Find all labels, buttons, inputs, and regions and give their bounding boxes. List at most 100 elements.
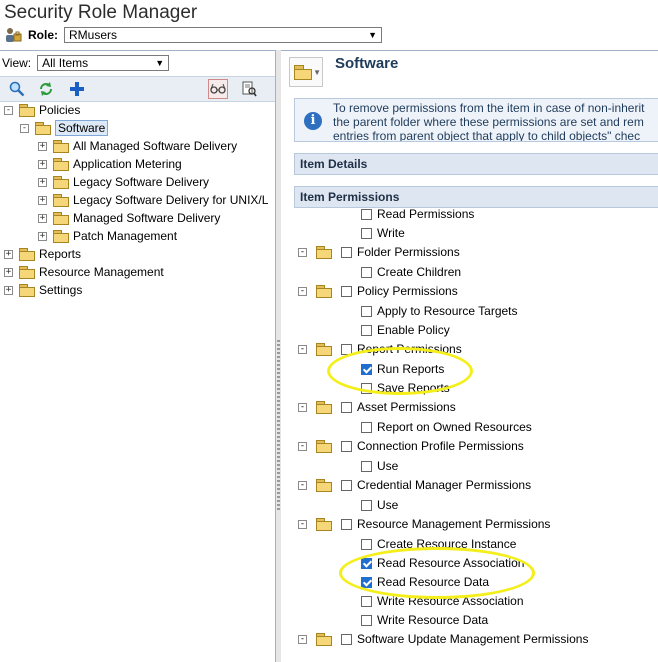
expand-icon[interactable]: + (4, 249, 13, 259)
chevron-down-icon: ▼ (368, 30, 377, 40)
perm-enable-policy[interactable]: Enable Policy (361, 321, 450, 339)
perm-label: Write Resource Data (377, 613, 489, 627)
perm-create-resource-instance[interactable]: Create Resource Instance (361, 535, 516, 553)
checkbox-checked[interactable] (361, 363, 372, 375)
perm-use-credential[interactable]: Use (361, 496, 398, 514)
tree-toolbar (0, 76, 275, 102)
perm-read-resource-data[interactable]: Read Resource Data (361, 573, 489, 591)
perm-write-resource-association[interactable]: Write Resource Association (361, 592, 524, 610)
role-dropdown[interactable]: RMusers ▼ (64, 27, 382, 43)
checkbox-checked[interactable] (361, 557, 372, 569)
right-panel: ▼ Software i To remove permissions from … (281, 50, 658, 662)
tree-item-legacy-software-delivery-unix[interactable]: + Legacy Software Delivery for UNIX/L (38, 191, 275, 209)
perm-write[interactable]: Write (361, 224, 405, 242)
expand-icon[interactable]: + (4, 267, 13, 277)
checkbox[interactable] (361, 227, 372, 239)
checkbox[interactable] (361, 382, 372, 394)
checkbox[interactable] (361, 538, 372, 550)
tree-item-patch-management[interactable]: + Patch Management (38, 227, 177, 245)
expand-icon[interactable]: + (38, 213, 47, 223)
perm-label: Connection Profile Permissions (357, 439, 524, 453)
checkbox[interactable] (361, 460, 372, 472)
perm-report-owned-resources[interactable]: Report on Owned Resources (361, 418, 532, 436)
tree-item-settings[interactable]: + Settings (4, 281, 82, 299)
glasses-icon[interactable] (208, 79, 228, 99)
expand-icon[interactable]: + (38, 231, 47, 241)
perm-group-report[interactable]: - Report Permissions (298, 340, 462, 358)
perm-group-resource-management[interactable]: - Resource Management Permissions (298, 515, 550, 533)
perm-label: Use (377, 459, 399, 473)
perm-apply-resource-targets[interactable]: Apply to Resource Targets (361, 302, 518, 320)
folder-icon (316, 343, 332, 356)
tree-item-policies[interactable]: - Policies (4, 101, 80, 119)
add-icon[interactable] (68, 80, 86, 98)
perm-group-folder[interactable]: - Folder Permissions (298, 243, 460, 261)
view-label: View: (2, 56, 32, 70)
splitter-grip[interactable] (277, 340, 280, 510)
checkbox[interactable] (341, 246, 352, 258)
checkbox[interactable] (361, 266, 372, 278)
folder-icon (316, 518, 332, 531)
view-dropdown[interactable]: All Items ▼ (37, 55, 170, 71)
expand-icon[interactable]: + (38, 195, 47, 205)
checkbox[interactable] (361, 421, 372, 433)
perm-group-credential-manager[interactable]: - Credential Manager Permissions (298, 476, 531, 494)
collapse-icon[interactable]: - (298, 441, 307, 451)
left-panel: View: All Items ▼ - Policies - Software … (0, 50, 276, 662)
item-details-header[interactable]: Item Details (294, 153, 658, 175)
checkbox[interactable] (341, 401, 352, 413)
checkbox[interactable] (361, 324, 372, 336)
expand-icon[interactable]: + (38, 177, 47, 187)
perm-write-resource-data[interactable]: Write Resource Data (361, 611, 488, 629)
tree-item-resource-management[interactable]: + Resource Management (4, 263, 164, 281)
tree-item-all-managed-software-delivery[interactable]: + All Managed Software Delivery (38, 137, 237, 155)
checkbox[interactable] (361, 305, 372, 317)
collapse-icon[interactable]: - (298, 402, 307, 412)
collapse-icon[interactable]: - (298, 634, 307, 644)
tree-item-reports[interactable]: + Reports (4, 245, 81, 263)
expand-icon[interactable]: + (38, 141, 47, 151)
checkbox[interactable] (341, 440, 352, 452)
checkbox[interactable] (341, 633, 352, 645)
collapse-icon[interactable]: - (298, 286, 307, 296)
perm-create-children[interactable]: Create Children (361, 263, 461, 281)
checkbox[interactable] (361, 208, 372, 220)
collapse-icon[interactable]: - (298, 247, 307, 257)
checkbox-checked[interactable] (361, 576, 372, 588)
find-document-icon[interactable] (240, 80, 258, 98)
perm-read-permissions[interactable]: Read Permissions (361, 205, 474, 223)
checkbox[interactable] (341, 343, 352, 355)
tree-item-software[interactable]: - Software (20, 119, 109, 137)
checkbox[interactable] (341, 479, 352, 491)
perm-run-reports[interactable]: Run Reports (361, 360, 444, 378)
collapse-icon[interactable]: - (20, 123, 29, 133)
checkbox[interactable] (341, 518, 352, 530)
checkbox[interactable] (361, 499, 372, 511)
perm-label: Write (377, 226, 405, 240)
collapse-icon[interactable]: - (298, 519, 307, 529)
search-icon[interactable] (8, 80, 26, 98)
expand-icon[interactable]: + (4, 285, 13, 295)
tree-item-application-metering[interactable]: + Application Metering (38, 155, 182, 173)
perm-group-policy[interactable]: - Policy Permissions (298, 282, 458, 300)
refresh-icon[interactable] (37, 80, 55, 98)
folder-icon (19, 248, 35, 261)
checkbox[interactable] (361, 595, 372, 607)
perm-use-connection[interactable]: Use (361, 457, 398, 475)
collapse-icon[interactable]: - (4, 105, 13, 115)
perm-read-resource-association[interactable]: Read Resource Association (361, 554, 524, 572)
perm-group-asset[interactable]: - Asset Permissions (298, 398, 456, 416)
folder-menu-button[interactable]: ▼ (289, 57, 323, 87)
tree-label: Legacy Software Delivery (73, 175, 210, 189)
perm-group-connection-profile[interactable]: - Connection Profile Permissions (298, 437, 524, 455)
collapse-icon[interactable]: - (298, 480, 307, 490)
item-permissions-header[interactable]: Item Permissions (294, 186, 658, 208)
collapse-icon[interactable]: - (298, 344, 307, 354)
checkbox[interactable] (361, 614, 372, 626)
tree-item-managed-software-delivery[interactable]: + Managed Software Delivery (38, 209, 220, 227)
checkbox[interactable] (341, 285, 352, 297)
perm-save-reports[interactable]: Save Reports (361, 379, 450, 397)
tree-item-legacy-software-delivery[interactable]: + Legacy Software Delivery (38, 173, 209, 191)
perm-group-software-update[interactable]: - Software Update Management Permissions (298, 630, 588, 648)
expand-icon[interactable]: + (38, 159, 47, 169)
